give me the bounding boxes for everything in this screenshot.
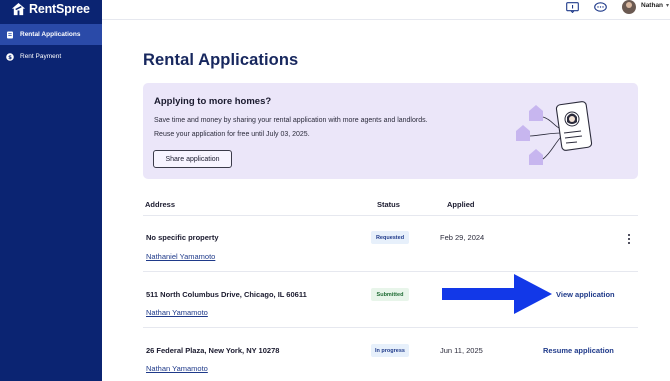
status-badge: Requested (371, 231, 409, 244)
more-options-icon[interactable] (625, 233, 633, 245)
share-application-banner: Applying to more homes? Save time and mo… (143, 83, 638, 179)
sidebar-item-rental-applications[interactable]: Rental Applications (0, 24, 102, 45)
applied-date: Jun 11, 2025 (440, 346, 483, 355)
rentspree-logo-icon (11, 2, 26, 15)
help-chat-icon[interactable] (566, 2, 579, 13)
banner-description: Save time and money by sharing your rent… (154, 117, 428, 124)
message-bubble-icon[interactable] (594, 2, 607, 13)
user-name[interactable]: Nathan (641, 2, 663, 9)
dollar-icon: $ (6, 52, 14, 61)
divider (143, 327, 638, 328)
banner-expiry-note: Reuse your application for free until Ju… (154, 131, 310, 138)
banner-title: Applying to more homes? (154, 96, 272, 107)
sidebar: RentSpree Rental Applications $ Rent Pay… (0, 0, 102, 381)
column-header-address: Address (145, 200, 176, 209)
row-address: 26 Federal Plaza, New York, NY 10278 (146, 346, 280, 355)
top-bar: Nathan ▾ (102, 0, 670, 20)
document-icon (7, 31, 13, 38)
row-address: 511 North Columbus Drive, Chicago, IL 60… (146, 290, 307, 299)
sidebar-item-rent-payment[interactable]: $ Rent Payment (0, 46, 102, 67)
brand-name: RentSpree (29, 2, 90, 16)
resume-application-link[interactable]: Resume application (543, 346, 614, 355)
renter-name-link[interactable]: Nathan Yamamoto (146, 364, 208, 373)
chevron-down-icon[interactable]: ▾ (666, 2, 669, 9)
divider (143, 215, 638, 216)
divider (143, 271, 638, 272)
renter-name-link[interactable]: Nathan Yamamoto (146, 308, 208, 317)
renter-name-link[interactable]: Nathaniel Yamamoto (146, 252, 215, 261)
sidebar-item-label: Rental Applications (20, 31, 81, 38)
avatar[interactable] (622, 0, 636, 14)
row-address: No specific property (146, 233, 219, 242)
status-badge: Submitted (371, 288, 409, 301)
brand-logo[interactable]: RentSpree (11, 0, 90, 18)
share-application-button[interactable]: Share application (153, 150, 232, 168)
status-badge: In progress (371, 344, 409, 357)
applied-date: Feb 29, 2024 (440, 233, 485, 242)
column-header-status: Status (377, 200, 400, 209)
svg-text:$: $ (8, 55, 12, 61)
view-application-link[interactable]: View application (556, 290, 615, 299)
right-arrow-icon (442, 274, 552, 314)
sidebar-item-label: Rent Payment (20, 53, 62, 60)
application-share-illustration (516, 101, 593, 165)
column-header-applied: Applied (447, 200, 475, 209)
page-title: Rental Applications (143, 51, 299, 69)
